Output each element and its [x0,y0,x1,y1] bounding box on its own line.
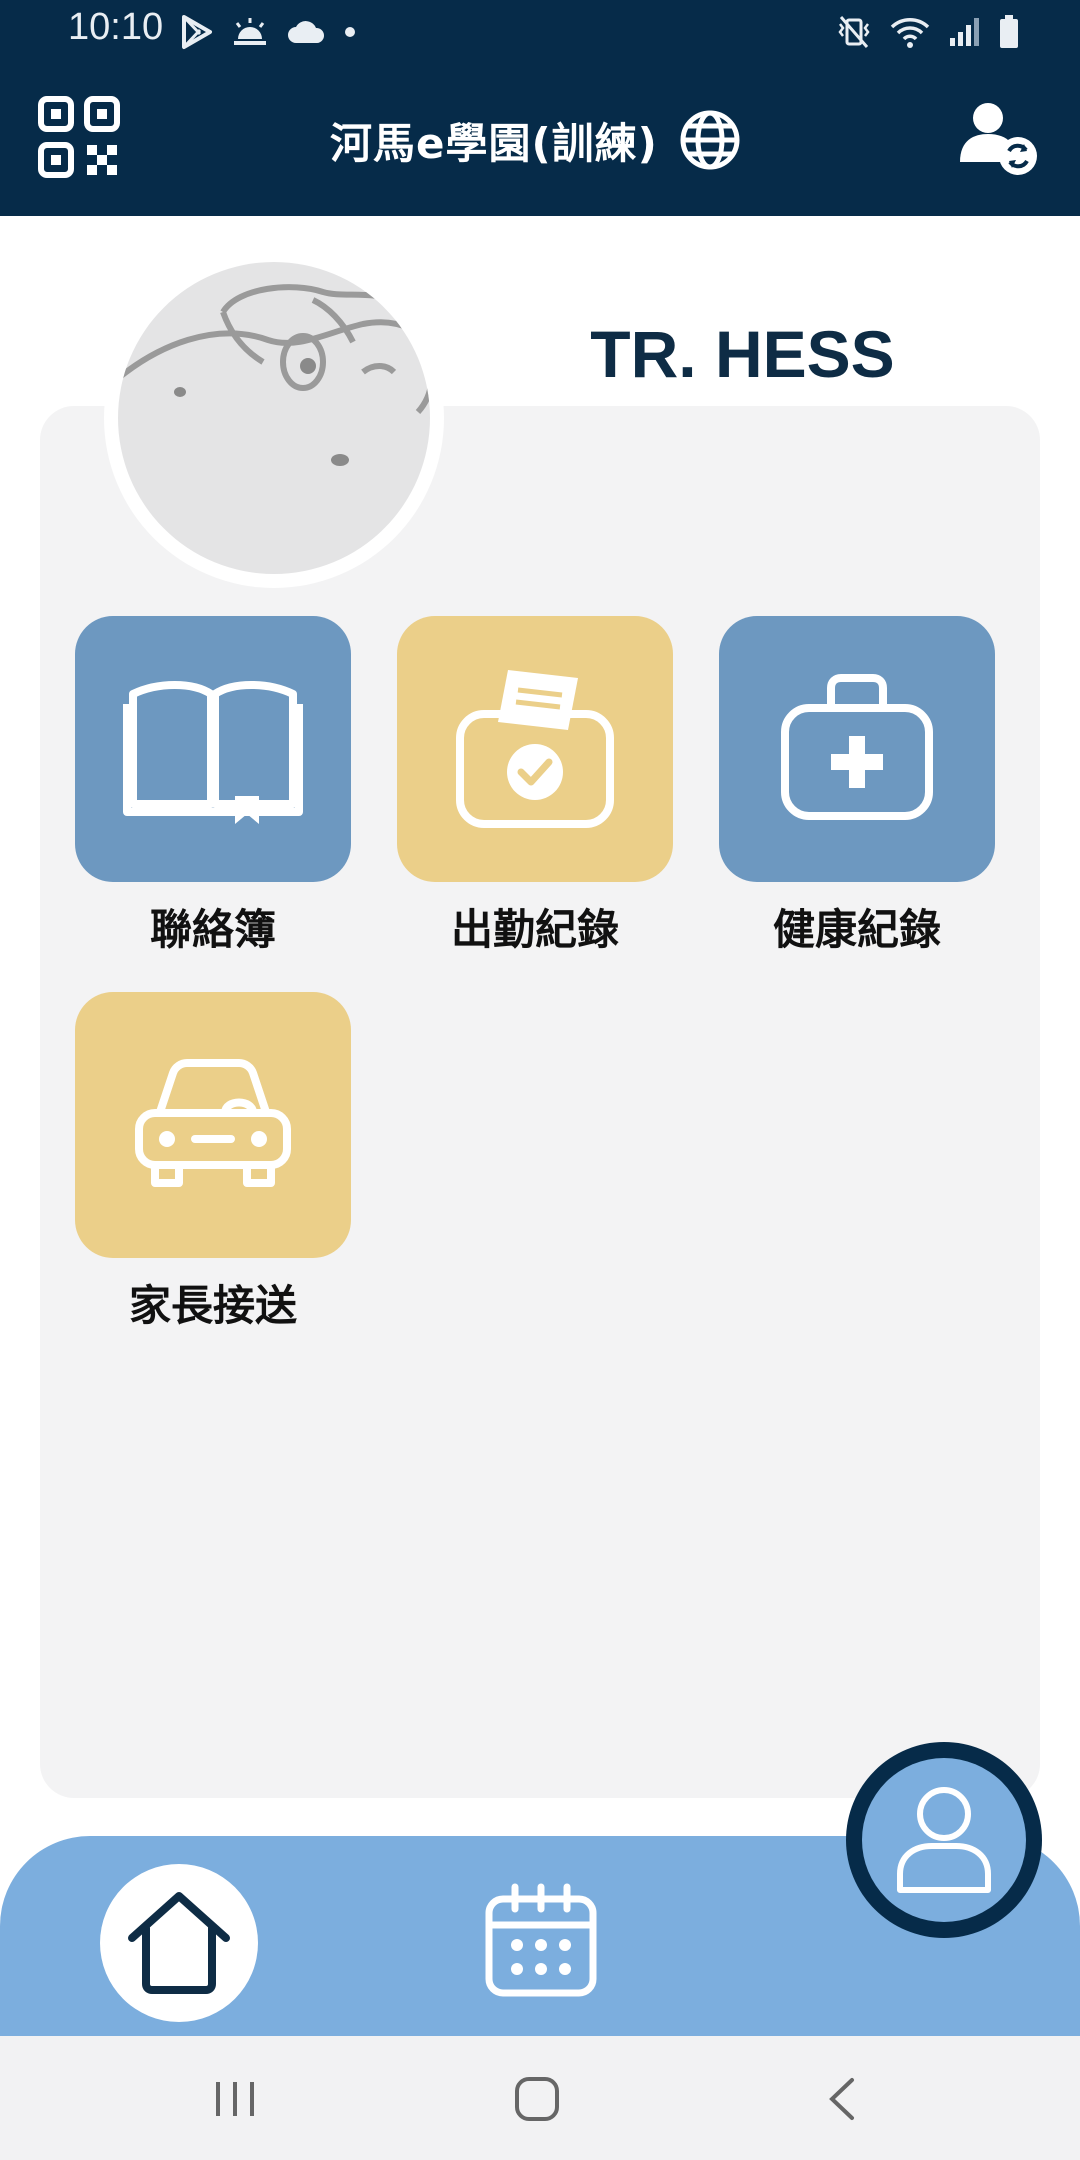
attendance-box-icon [456,670,614,828]
vibrate-mute-icon [838,16,870,48]
wifi-icon [890,18,930,48]
tile-contact-book-box[interactable] [75,616,351,882]
play-store-icon [182,15,212,49]
home-icon [128,1892,230,1994]
avatar-ring [104,248,444,588]
recent-apps-icon[interactable] [210,2076,260,2122]
status-bar: 10:10 [0,0,1080,64]
cloud-icon [288,21,325,43]
tile-label: 健康紀錄 [772,905,941,954]
sunrise-icon [234,18,266,45]
hippo-avatar-icon [118,284,430,466]
profile-fab-inner[interactable] [862,1758,1026,1922]
tile-health-box[interactable] [719,616,995,882]
tile-pickup[interactable]: 家長接送 [75,992,351,1333]
header-title-group: 河馬e學園(訓練) [330,104,742,176]
tile-attendance-box[interactable] [397,616,673,882]
tile-label: 家長接送 [128,1281,297,1330]
tile-contact-book[interactable]: 聯絡簿 [75,616,351,957]
tile-label: 出勤紀錄 [450,905,619,954]
globe-icon[interactable] [678,108,742,172]
medical-kit-icon [781,674,933,820]
status-time: 10:10 [68,6,164,48]
tile-pickup-box[interactable] [75,992,351,1258]
book-icon [123,681,303,824]
system-home-icon[interactable] [512,2076,562,2122]
tile-health[interactable]: 健康紀錄 [719,616,995,957]
app-header: 河馬e學園(訓練) [0,64,1080,216]
status-left-icons [180,10,356,54]
qr-code-icon[interactable] [36,94,122,180]
back-icon[interactable] [822,2076,862,2122]
signal-icon [950,18,979,46]
profile-fab-button[interactable] [846,1742,1042,1938]
user-switch-icon[interactable] [958,98,1040,180]
tile-attendance[interactable]: 出勤紀錄 [397,616,673,957]
app-title: 河馬e學園(訓練) [330,118,658,168]
avatar[interactable] [118,262,430,574]
nav-calendar-button[interactable] [478,1878,604,2004]
nav-home-button[interactable] [100,1864,258,2022]
status-right-icons [836,10,1020,54]
android-nav-bar [0,2036,1080,2160]
calendar-icon [485,1883,597,1997]
car-icon [135,1059,291,1187]
battery-icon [1000,15,1018,48]
tile-label: 聯絡簿 [149,905,276,954]
user-name: TR. HESS [590,317,895,391]
profile-icon [897,1787,991,1893]
dot-icon [345,27,355,37]
